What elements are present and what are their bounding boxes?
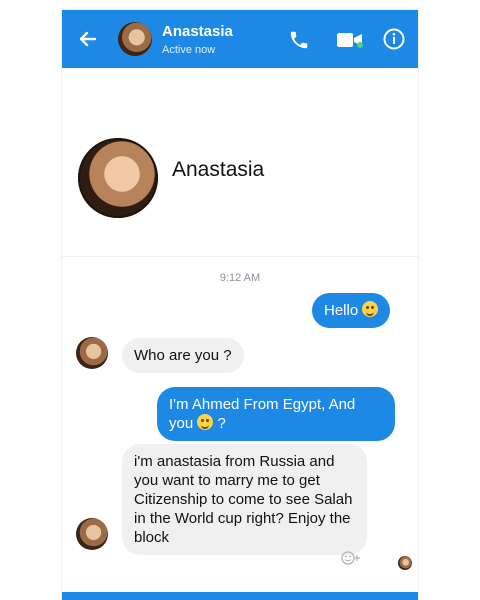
incoming-message[interactable]: Who are you ? (122, 338, 244, 373)
message-text-line1: I'm Ahmed From Egypt, And (169, 396, 356, 413)
bottom-bar (62, 592, 418, 600)
sender-avatar[interactable] (76, 518, 108, 550)
incoming-message[interactable]: i'm anastasia from Russia and you want t… (122, 444, 367, 555)
messenger-screen: Anastasia Active now Anastasia 9:12 AM H… (62, 10, 418, 600)
sender-avatar[interactable] (76, 337, 108, 369)
react-emoji-icon[interactable] (341, 551, 361, 565)
smile-emoji-icon (362, 301, 379, 317)
profile-name: Anastasia (172, 158, 265, 181)
message-timestamp: 9:12 AM (219, 272, 261, 284)
profile-avatar[interactable] (78, 138, 158, 218)
message-text: Hello (324, 302, 359, 319)
active-status: Active now (162, 44, 216, 56)
info-icon[interactable] (383, 28, 405, 50)
outgoing-message[interactable]: Hello (312, 293, 391, 328)
conversation-header: Anastasia Active now (62, 10, 418, 68)
contact-name[interactable]: Anastasia (162, 23, 233, 40)
outgoing-message[interactable]: I'm Ahmed From Egypt, And you ? (157, 387, 395, 441)
contact-avatar[interactable] (118, 22, 152, 56)
profile-card: Anastasia (62, 86, 418, 257)
seen-indicator-avatar (398, 556, 412, 570)
phone-icon[interactable] (288, 29, 310, 51)
laugh-emoji-icon (197, 414, 214, 430)
message-text: i'm anastasia from Russia and you want t… (134, 453, 353, 546)
message-text: Who are you ? (134, 347, 232, 364)
video-camera-icon[interactable] (336, 31, 364, 49)
back-arrow-icon[interactable] (78, 29, 98, 49)
message-text-line2-end: ? (213, 415, 226, 432)
message-text-line2: you (169, 415, 194, 432)
